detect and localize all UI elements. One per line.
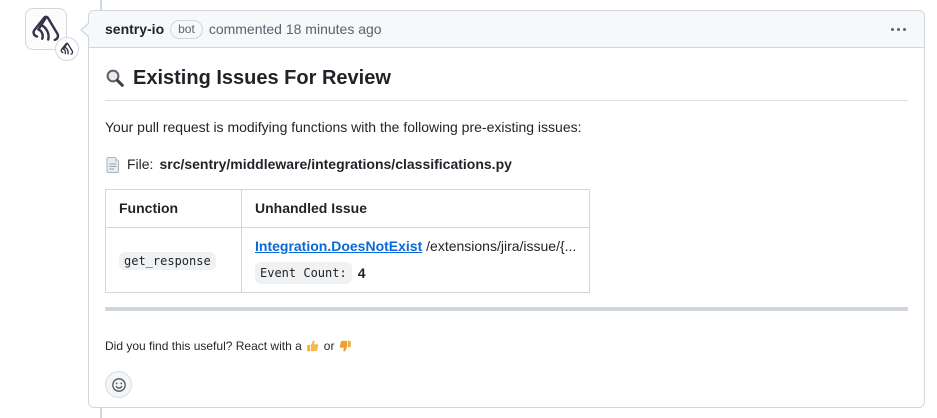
comment-timestamp: commented 18 minutes ago (209, 21, 382, 37)
feedback-prompt-text: Did you find this useful? React with a (105, 338, 302, 354)
issue-context: /extensions/jira/issue/{... (426, 238, 576, 254)
comment-card: sentry-io bot commented 18 minutes ago E… (88, 10, 925, 408)
divider (105, 307, 908, 311)
feedback-prompt-or: or (324, 338, 335, 354)
feedback-prompt: Did you find this useful? React with a o… (105, 338, 908, 354)
add-reaction-button[interactable] (105, 371, 132, 398)
comment-header: sentry-io bot commented 18 minutes ago (89, 11, 924, 48)
column-header-unhandled-issue: Unhandled Issue (242, 190, 590, 228)
pr-timeline-comment: sentry-io bot commented 18 minutes ago E… (0, 0, 937, 418)
issue-link[interactable]: Integration.DoesNotExist (255, 238, 422, 254)
section-title-text: Existing Issues For Review (133, 64, 391, 92)
file-line: File: src/sentry/middleware/integrations… (105, 154, 908, 175)
comment-body: Existing Issues For Review Your pull req… (89, 48, 924, 414)
column-header-function: Function (106, 190, 242, 228)
issue-cell: Integration.DoesNotExist /extensions/jir… (242, 228, 590, 293)
section-title: Existing Issues For Review (105, 64, 908, 101)
file-label: File: (127, 154, 153, 175)
function-name: get_response (119, 252, 216, 270)
function-cell: get_response (106, 228, 242, 293)
sentry-logo-icon (60, 42, 74, 56)
thumbs-up-icon (306, 339, 320, 353)
table-row: get_response Integration.DoesNotExist /e… (106, 228, 590, 293)
event-count-value: 4 (358, 263, 366, 284)
intro-text: Your pull request is modifying functions… (105, 117, 908, 138)
table-header-row: Function Unhandled Issue (106, 190, 590, 228)
smiley-icon (111, 377, 127, 393)
avatar-bot-badge (55, 37, 79, 61)
bot-badge: bot (170, 20, 203, 39)
author-link[interactable]: sentry-io (105, 21, 164, 37)
issues-table: Function Unhandled Issue get_response In… (105, 189, 590, 293)
event-count-label: Event Count: (255, 262, 352, 284)
file-icon (105, 156, 121, 173)
kebab-menu-button[interactable] (889, 22, 908, 37)
search-icon (105, 68, 125, 88)
kebab-icon (891, 28, 894, 31)
timeline-line (100, 0, 102, 10)
file-path: src/sentry/middleware/integrations/class… (159, 154, 511, 175)
thumbs-down-icon (338, 339, 352, 353)
sentry-logo-icon (31, 14, 61, 44)
comment-caret (82, 22, 91, 38)
